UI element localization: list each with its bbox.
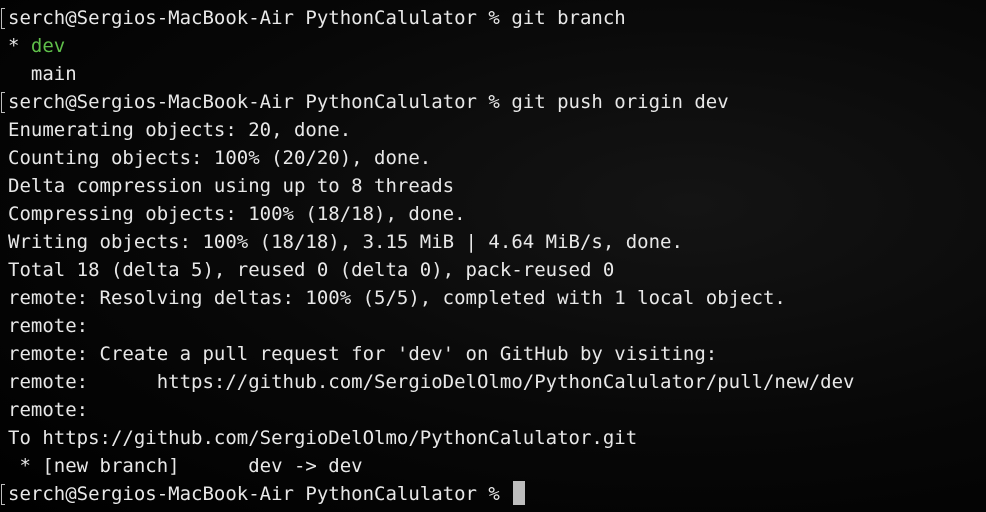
terminal-output[interactable]: serch@Sergios-MacBook-Air PythonCalulato… [1, 4, 986, 508]
shell-prompt: serch@Sergios-MacBook-Air PythonCalulato… [8, 91, 512, 113]
output-line: Writing objects: 100% (18/18), 3.15 MiB … [8, 228, 986, 256]
shell-prompt: serch@Sergios-MacBook-Air PythonCalulato… [8, 483, 512, 505]
prompt-marker-icon [1, 8, 5, 29]
output-text: remote: [8, 315, 89, 337]
output-text: Writing objects: 100% (18/18), 3.15 MiB … [8, 231, 683, 253]
output-text: Total 18 (delta 5), reused 0 (delta 0), … [8, 259, 615, 281]
output-text: remote: Resolving deltas: 100% (5/5), co… [8, 287, 786, 309]
output-line: Compressing objects: 100% (18/18), done. [8, 200, 986, 228]
shell-command: git push origin dev [511, 91, 729, 113]
branch-list-item: * dev [8, 32, 986, 60]
prompt-line: serch@Sergios-MacBook-Air PythonCalulato… [1, 88, 986, 116]
output-text: Delta compression using up to 8 threads [8, 175, 455, 197]
prompt-marker-icon [1, 92, 5, 113]
branch-marker [8, 63, 31, 85]
branch-list-item: main [8, 60, 986, 88]
output-text: remote: https://github.com/SergioDelOlmo… [8, 371, 855, 393]
output-line: remote: Create a pull request for 'dev' … [8, 340, 986, 368]
output-line: Total 18 (delta 5), reused 0 (delta 0), … [8, 256, 986, 284]
output-line: remote: [8, 396, 986, 424]
output-text: * [new branch] dev -> dev [8, 455, 363, 477]
shell-command: git branch [511, 7, 626, 29]
output-line: Delta compression using up to 8 threads [8, 172, 986, 200]
output-line: Counting objects: 100% (20/20), done. [8, 144, 986, 172]
output-text: Enumerating objects: 20, done. [8, 119, 352, 141]
output-text: remote: [8, 399, 89, 421]
prompt-line: serch@Sergios-MacBook-Air PythonCalulato… [1, 4, 986, 32]
output-text: remote: Create a pull request for 'dev' … [8, 343, 718, 365]
prompt-marker-icon [1, 484, 5, 505]
output-text: Compressing objects: 100% (18/18), done. [8, 203, 466, 225]
output-line: remote: Resolving deltas: 100% (5/5), co… [8, 284, 986, 312]
prompt-line: serch@Sergios-MacBook-Air PythonCalulato… [1, 480, 986, 508]
branch-marker: * [8, 35, 31, 57]
text-cursor[interactable] [513, 481, 526, 505]
output-text: To https://github.com/SergioDelOlmo/Pyth… [8, 427, 638, 449]
current-branch-name: dev [30, 35, 66, 57]
output-line: To https://github.com/SergioDelOlmo/Pyth… [8, 424, 986, 452]
output-line: * [new branch] dev -> dev [8, 452, 986, 480]
terminal-window[interactable]: serch@Sergios-MacBook-Air PythonCalulato… [0, 0, 986, 512]
output-text: Counting objects: 100% (20/20), done. [8, 147, 432, 169]
output-line: remote: https://github.com/SergioDelOlmo… [8, 368, 986, 396]
shell-prompt: serch@Sergios-MacBook-Air PythonCalulato… [8, 7, 512, 29]
output-line: remote: [8, 312, 986, 340]
branch-name: main [30, 63, 77, 85]
output-line: Enumerating objects: 20, done. [8, 116, 986, 144]
